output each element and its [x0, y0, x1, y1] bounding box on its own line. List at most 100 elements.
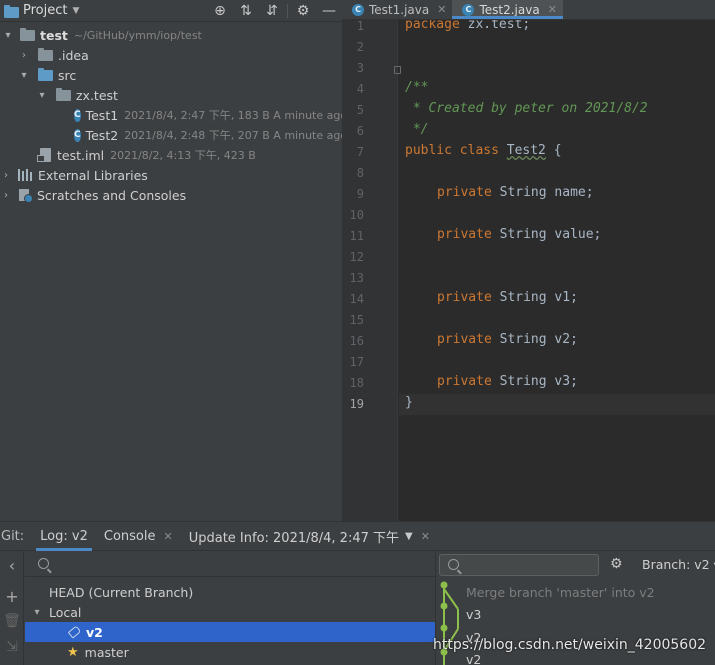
tab-update-info[interactable]: Update Info: 2021/8/4, 2:47 下午 ▼ ✕	[181, 522, 438, 551]
commit-row[interactable]: v2	[466, 652, 481, 665]
toolbar-divider	[287, 3, 288, 18]
tab-console[interactable]: Console ✕	[96, 522, 181, 551]
chevron-right-icon[interactable]: ›	[0, 190, 12, 201]
line-number: 1	[356, 19, 364, 33]
tree-item-test2[interactable]: C Test2 2021/8/4, 2:48 下午, 207 B A minut…	[0, 125, 347, 145]
editor: C Test1.java ✕ C Test2.java ✕ 1234567891…	[342, 0, 715, 521]
close-icon[interactable]: ✕	[548, 3, 557, 16]
close-icon[interactable]: ✕	[163, 530, 172, 543]
tree-item-label: test.iml	[57, 147, 105, 163]
chevron-down-icon[interactable]: ▼	[72, 6, 79, 16]
branch-item-master[interactable]: ★ master	[25, 642, 435, 662]
tree-item-package[interactable]: ▾ zx.test	[0, 85, 342, 105]
branch-group-local[interactable]: ▾ Local	[25, 602, 435, 622]
chevron-left-icon[interactable]: ‹	[0, 556, 24, 575]
branch-label: HEAD (Current Branch)	[49, 584, 194, 600]
chevron-right-icon[interactable]: ›	[0, 170, 12, 181]
code-line-5: */	[405, 122, 429, 137]
code-area[interactable]: package zx.test; /** * Created by peter …	[399, 20, 715, 521]
java-class-icon: C	[74, 128, 81, 142]
line-number: 18	[349, 376, 364, 390]
tab-label: Test1.java	[369, 2, 430, 17]
tab-label: Update Info: 2021/8/4, 2:47 下午	[188, 530, 400, 546]
module-folder-icon	[20, 27, 35, 41]
close-icon[interactable]: ✕	[437, 3, 446, 16]
commit-search-input[interactable]	[439, 554, 599, 576]
close-icon[interactable]: ✕	[421, 530, 430, 543]
branch-item-v2[interactable]: v2	[25, 622, 435, 642]
tab-test2-java[interactable]: C Test2.java ✕	[452, 0, 564, 19]
trash-icon[interactable]: 🗑	[0, 613, 24, 629]
tab-log[interactable]: Log: v2	[32, 522, 96, 551]
tree-item-test1[interactable]: C Test1 2021/8/4, 2:47 下午, 183 B A minut…	[0, 105, 347, 125]
git-label: Git:	[1, 528, 25, 544]
tree-item-idea[interactable]: › .idea	[0, 45, 342, 65]
current-line-highlight	[399, 394, 715, 415]
locate-icon[interactable]: ⊕	[207, 3, 233, 19]
gear-icon[interactable]: ⚙	[610, 556, 623, 572]
chevron-down-icon[interactable]: ▼	[405, 531, 413, 542]
add-icon[interactable]: +	[0, 587, 24, 606]
library-icon	[18, 169, 33, 181]
tree-item-label: zx.test	[76, 87, 118, 103]
merge-icon[interactable]: ⇲	[0, 639, 24, 655]
chevron-down-icon[interactable]: ▾	[36, 90, 48, 101]
line-number: 17	[349, 355, 364, 369]
chevron-down-icon[interactable]: ▾	[31, 607, 43, 618]
search-icon	[38, 558, 49, 569]
java-class-icon: C	[462, 3, 475, 16]
watermark-text: https://blog.csdn.net/weixin_42005602	[433, 637, 707, 653]
line-number: 6	[356, 124, 364, 138]
tab-test1-java[interactable]: C Test1.java ✕	[342, 0, 452, 19]
tree-item-label: src	[58, 67, 77, 83]
code-line-18: }	[405, 395, 413, 410]
branch-filter-dropdown[interactable]: Branch: v2 ▾	[642, 557, 715, 572]
tree-item-test[interactable]: ▾ test ~/GitHub/ymm/iop/test	[0, 25, 342, 45]
code-line-10: private String value;	[437, 227, 602, 242]
line-number: 14	[349, 292, 364, 306]
tree-item-test-iml[interactable]: test.iml 2021/8/2, 4:13 下午, 423 B	[0, 145, 342, 165]
line-number: 19	[349, 397, 364, 411]
chevron-down-icon[interactable]: ▾	[2, 30, 14, 41]
tree-item-meta: 2021/8/4, 2:47 下午, 183 B A minute ago	[124, 109, 348, 122]
branch-search-input[interactable]	[25, 551, 435, 577]
code-line-4: * Created by peter on 2021/8/2	[405, 101, 648, 116]
hide-icon[interactable]: —	[316, 3, 342, 19]
project-title[interactable]: Project	[23, 3, 67, 18]
line-number: 7	[356, 145, 364, 159]
git-tabs: Git: Log: v2 Console ✕ Update Info: 2021/…	[0, 522, 715, 551]
editor-tabs: C Test1.java ✕ C Test2.java ✕	[342, 0, 715, 20]
branch-group-label: Local	[49, 604, 82, 620]
line-number-gutter: 1 2 3 4 5 6 7 8 9 10 11 12 13 14 15 16 17 18 19	[342, 19, 401, 521]
expand-all-icon[interactable]: ⇅	[233, 3, 259, 19]
line-number: 2	[356, 40, 364, 54]
tree-item-label: .idea	[58, 47, 89, 63]
tree-item-src[interactable]: ▾ src	[0, 65, 342, 85]
tag-icon	[67, 625, 82, 639]
tree-item-label: test	[40, 27, 68, 43]
tree-item-scratches[interactable]: › Scratches and Consoles	[0, 185, 342, 205]
commit-row[interactable]: v3	[466, 607, 481, 627]
git-side-toolbar: ‹ + 🗑 ⇲	[0, 551, 24, 665]
source-folder-icon	[38, 67, 53, 81]
chevron-right-icon[interactable]: ›	[18, 50, 30, 61]
tab-label: Console	[103, 528, 156, 544]
chevron-down-icon[interactable]: ▾	[18, 70, 30, 81]
gear-icon[interactable]: ⚙	[290, 3, 316, 19]
tab-label: Log: v2	[40, 528, 88, 544]
commit-row[interactable]: Merge branch 'master' into v2	[466, 585, 655, 605]
project-panel: Project ▼ ⊕ ⇅ ⇵ ⚙ — ▾ test ~/GitHub/ymm/…	[0, 0, 347, 521]
code-line-17: private String v3;	[437, 374, 578, 389]
java-class-icon: C	[352, 3, 364, 16]
branch-label: v2	[86, 624, 103, 640]
project-header: Project ▼ ⊕ ⇅ ⇵ ⚙ —	[0, 0, 342, 22]
tree-item-external-libraries[interactable]: › External Libraries	[0, 165, 342, 185]
tree-item-meta: 2021/8/2, 4:13 下午, 423 B	[110, 149, 256, 162]
java-class-icon: C	[74, 108, 81, 122]
line-number: 8	[356, 166, 364, 180]
code-line-15: private String v2;	[437, 332, 578, 347]
code-line-8: private String name;	[437, 185, 594, 200]
line-number: 11	[349, 229, 364, 243]
collapse-all-icon[interactable]: ⇵	[259, 3, 285, 19]
branch-head[interactable]: HEAD (Current Branch)	[25, 582, 435, 602]
